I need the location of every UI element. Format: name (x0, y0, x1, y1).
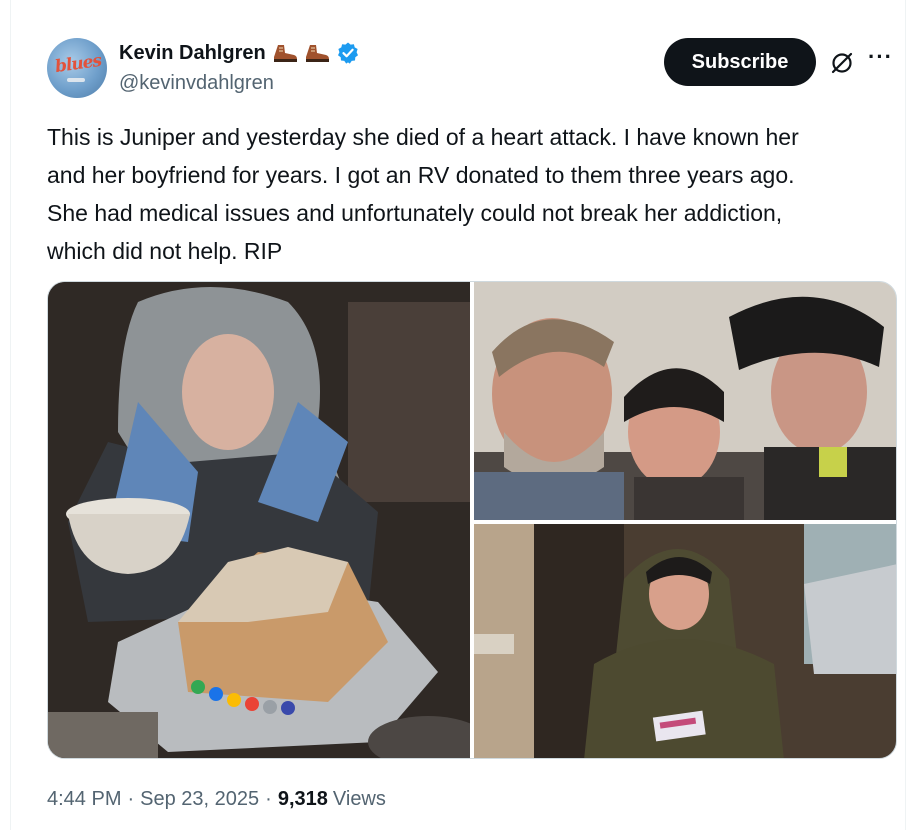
more-icon[interactable]: ··· (868, 46, 898, 74)
tweet-text: This is Juniper and yesterday she died o… (47, 124, 799, 264)
media-grid (47, 281, 897, 759)
hiking-boot-icon (272, 43, 298, 63)
avatar[interactable]: blues (47, 38, 107, 98)
author-display-name[interactable]: Kevin Dahlgren (119, 42, 266, 65)
tweet-card: blues Kevin Dahlgren @kevinvdahlgren Sub… (10, 0, 906, 830)
verified-badge-icon[interactable] (336, 41, 360, 65)
meta-separator: · (265, 787, 272, 810)
author-name-row: Kevin Dahlgren (119, 40, 360, 66)
tweet-meta: 4:44 PM · Sep 23, 2025 · 9,318 Views (47, 786, 386, 812)
author-handle[interactable]: @kevinvdahlgren (119, 72, 274, 95)
subscribe-button[interactable]: Subscribe (664, 38, 816, 86)
avatar-logo-mark (67, 78, 85, 82)
tweet-time[interactable]: 4:44 PM (47, 788, 121, 811)
grok-icon[interactable] (829, 50, 855, 76)
views-label[interactable]: Views (333, 788, 386, 811)
views-count[interactable]: 9,318 (278, 788, 328, 811)
tweet-photo[interactable] (474, 282, 896, 520)
meta-separator: · (127, 787, 135, 810)
tweet-photo[interactable] (48, 282, 470, 758)
avatar-logo-text: blues (53, 50, 103, 78)
tweet-date[interactable]: Sep 23, 2025 (140, 788, 259, 811)
tweet-photo[interactable] (474, 524, 896, 758)
hiking-boot-icon (304, 43, 330, 63)
